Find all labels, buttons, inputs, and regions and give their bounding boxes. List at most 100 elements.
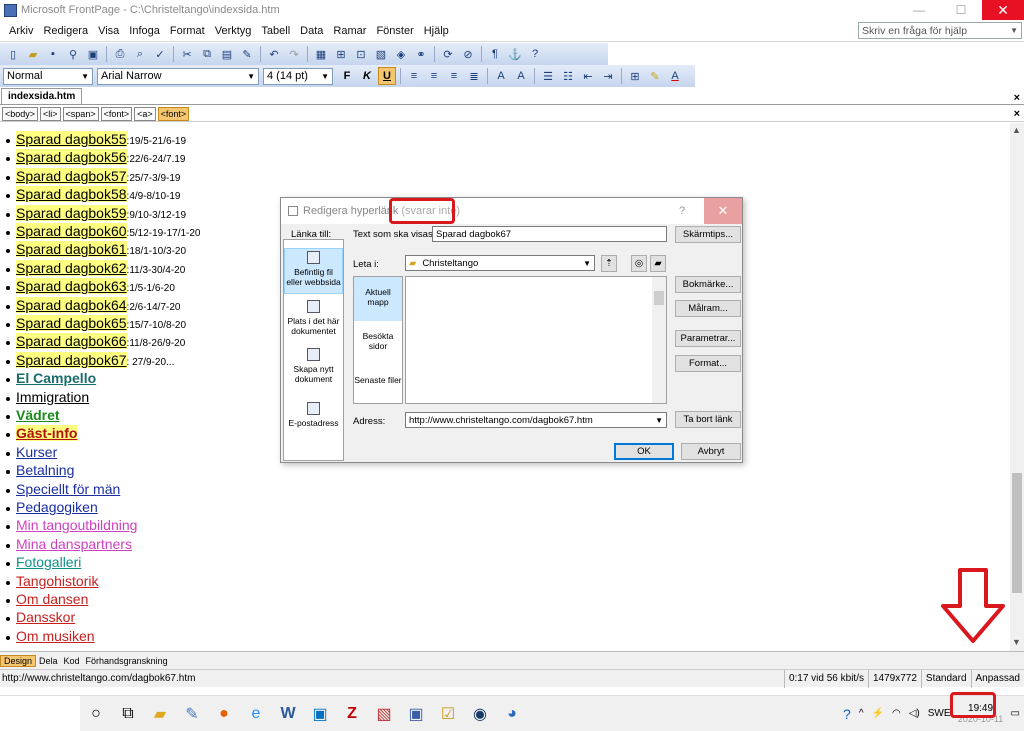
scrollbar-thumb[interactable] [654,291,664,305]
list-item-link[interactable]: Min tangoutbildning [16,517,137,533]
scroll-up-icon[interactable]: ▲ [1012,125,1021,135]
help-search-box[interactable]: Skriv en fråga för hjälp ▼ [858,22,1022,39]
menu-visa[interactable]: Visa [93,25,124,37]
design-view-tab[interactable]: Design [0,654,37,667]
italic-icon[interactable]: K [358,67,376,85]
scrollbar-thumb[interactable] [1012,473,1022,593]
new-page-icon[interactable]: ▯ [5,46,21,62]
list-item-link[interactable]: Sparad dagbok57 [16,167,127,184]
preview-tab[interactable]: Förhandsgranskning [83,656,171,666]
insert-layer-icon[interactable]: ⊡ [353,46,369,62]
drawing-icon[interactable]: ◈ [393,46,409,62]
menu-format[interactable]: Format [165,25,210,37]
tag-a[interactable]: <a> [134,106,156,121]
recent-files-button[interactable]: Senaste filer [354,365,402,403]
menu-tabell[interactable]: Tabell [256,25,295,37]
menu-fonster[interactable]: Fönster [371,25,418,37]
list-item-link[interactable]: Om dansen [16,591,88,607]
undo-icon[interactable]: ↶ [266,46,282,62]
visited-pages-button[interactable]: Besökta sidor [354,323,402,363]
menu-data[interactable]: Data [295,25,328,37]
style-dropdown[interactable]: Normal ▼ [3,67,93,85]
filezilla-icon[interactable]: Z [337,699,367,729]
page-size[interactable]: 1479x772 [867,669,921,688]
underline-icon[interactable]: U [378,67,396,85]
language-indicator[interactable]: SWE [928,708,951,719]
menu-ramar[interactable]: Ramar [328,25,371,37]
list-item-link[interactable]: Sparad dagbok62 [16,259,127,276]
show-all-icon[interactable]: ¶ [487,46,503,62]
list-item-link[interactable]: Sparad dagbok55 [16,131,127,147]
code-view-tab[interactable]: Kod [61,656,83,666]
search-icon[interactable]: ⚲ [65,46,81,62]
bulleted-list-icon[interactable]: ☷ [560,68,576,84]
ccleaner-icon[interactable]: ◉ [465,699,495,729]
print-preview-icon[interactable]: ⌕ [132,46,148,62]
menu-hjalp[interactable]: Hjälp [419,25,454,37]
thunderbird-icon[interactable]: ◕ [497,699,527,729]
paste-icon[interactable]: ▤ [219,46,235,62]
list-item-link[interactable]: Tangohistorik [16,573,99,589]
internet-explorer-icon[interactable]: e [241,699,271,729]
menu-verktyg[interactable]: Verktyg [210,25,257,37]
tag-body[interactable]: <body> [2,106,39,121]
open-folder-icon[interactable]: ▰ [25,46,41,62]
menu-infoga[interactable]: Infoga [124,25,165,37]
up-folder-icon[interactable]: ⇡ [601,255,617,272]
address-input[interactable]: http://www.christeltango.com/dagbok67.ht… [405,412,667,428]
list-item-link[interactable]: Sparad dagbok66 [16,333,127,350]
list-item-link[interactable]: Sparad dagbok65 [16,315,127,331]
link-new-document-button[interactable]: Skapa nytt dokument [284,346,343,390]
browse-file-icon[interactable]: ▰ [650,255,666,272]
decrease-font-icon[interactable]: A [513,68,529,84]
font-color-icon[interactable]: A [667,68,683,84]
screentip-button[interactable]: Skärmtips... [675,226,741,243]
list-item-link[interactable]: Sparad dagbok56 [16,149,127,166]
print-icon[interactable]: ⎙ [112,46,128,62]
mode-custom[interactable]: Anpassad [970,669,1024,688]
file-list[interactable] [405,276,667,404]
list-item-link[interactable]: El Campello [16,370,96,386]
list-item-link[interactable]: Sparad dagbok63 [16,278,127,295]
decrease-indent-icon[interactable]: ⇤ [580,68,596,84]
notifications-icon[interactable]: ▭ [1011,708,1020,719]
align-left-icon[interactable]: ≡ [406,68,422,84]
refresh-icon[interactable]: ⟳ [440,46,456,62]
copy-icon[interactable]: ⧉ [199,46,215,62]
format-painter-icon[interactable]: ✎ [239,46,255,62]
taskbar-search-area[interactable] [0,695,80,731]
tag-li[interactable]: <li> [40,106,61,121]
close-icon[interactable]: × [1014,108,1020,120]
insert-hyperlink-icon[interactable]: ⚭ [413,46,429,62]
tag-font[interactable]: <font> [100,106,133,121]
maximize-button[interactable]: ☐ [940,0,982,20]
stop-icon[interactable]: ⊘ [460,46,476,62]
list-item-link[interactable]: Fotogalleri [16,554,81,570]
chevron-up-icon[interactable]: ^ [859,708,864,719]
list-item-link[interactable]: Om musiken [16,628,95,644]
editor-scrollbar[interactable]: ▲ ▼ [1010,123,1024,651]
cut-icon[interactable]: ✂ [179,46,195,62]
browse-web-icon[interactable]: ◎ [631,255,647,272]
tag-font-selected[interactable]: <font> [157,106,190,121]
image-tool-icon[interactable]: ▧ [369,699,399,729]
network-icon[interactable]: ⚡ [872,708,884,719]
list-item-link[interactable]: Speciellt för män [16,481,120,497]
scroll-down-icon[interactable]: ▼ [1012,637,1021,647]
display-text-input[interactable]: Sparad dagbok67 [432,226,667,242]
minimize-button[interactable]: — [898,0,940,20]
dialog-close-button[interactable]: ✕ [704,198,742,224]
list-item-link[interactable]: Sparad dagbok58 [16,186,127,203]
increase-indent-icon[interactable]: ⇥ [600,68,616,84]
help-tray-icon[interactable]: ? [843,706,851,722]
anchor-icon[interactable]: ⚓ [507,46,523,62]
list-item-link[interactable]: Sparad dagbok61 [16,241,127,258]
list-item-link[interactable]: Kurser [16,444,57,460]
volume-icon[interactable]: ◁) [909,708,920,719]
close-button[interactable]: ✕ [982,0,1024,20]
look-in-dropdown[interactable]: ▰ Christeltango ▼ [405,255,595,271]
menu-redigera[interactable]: Redigera [38,25,93,37]
link-email-button[interactable]: E-postadress [284,400,343,432]
list-item-link[interactable]: Sparad dagbok67 [16,351,127,368]
list-item-link[interactable]: Sparad dagbok59 [16,204,127,221]
